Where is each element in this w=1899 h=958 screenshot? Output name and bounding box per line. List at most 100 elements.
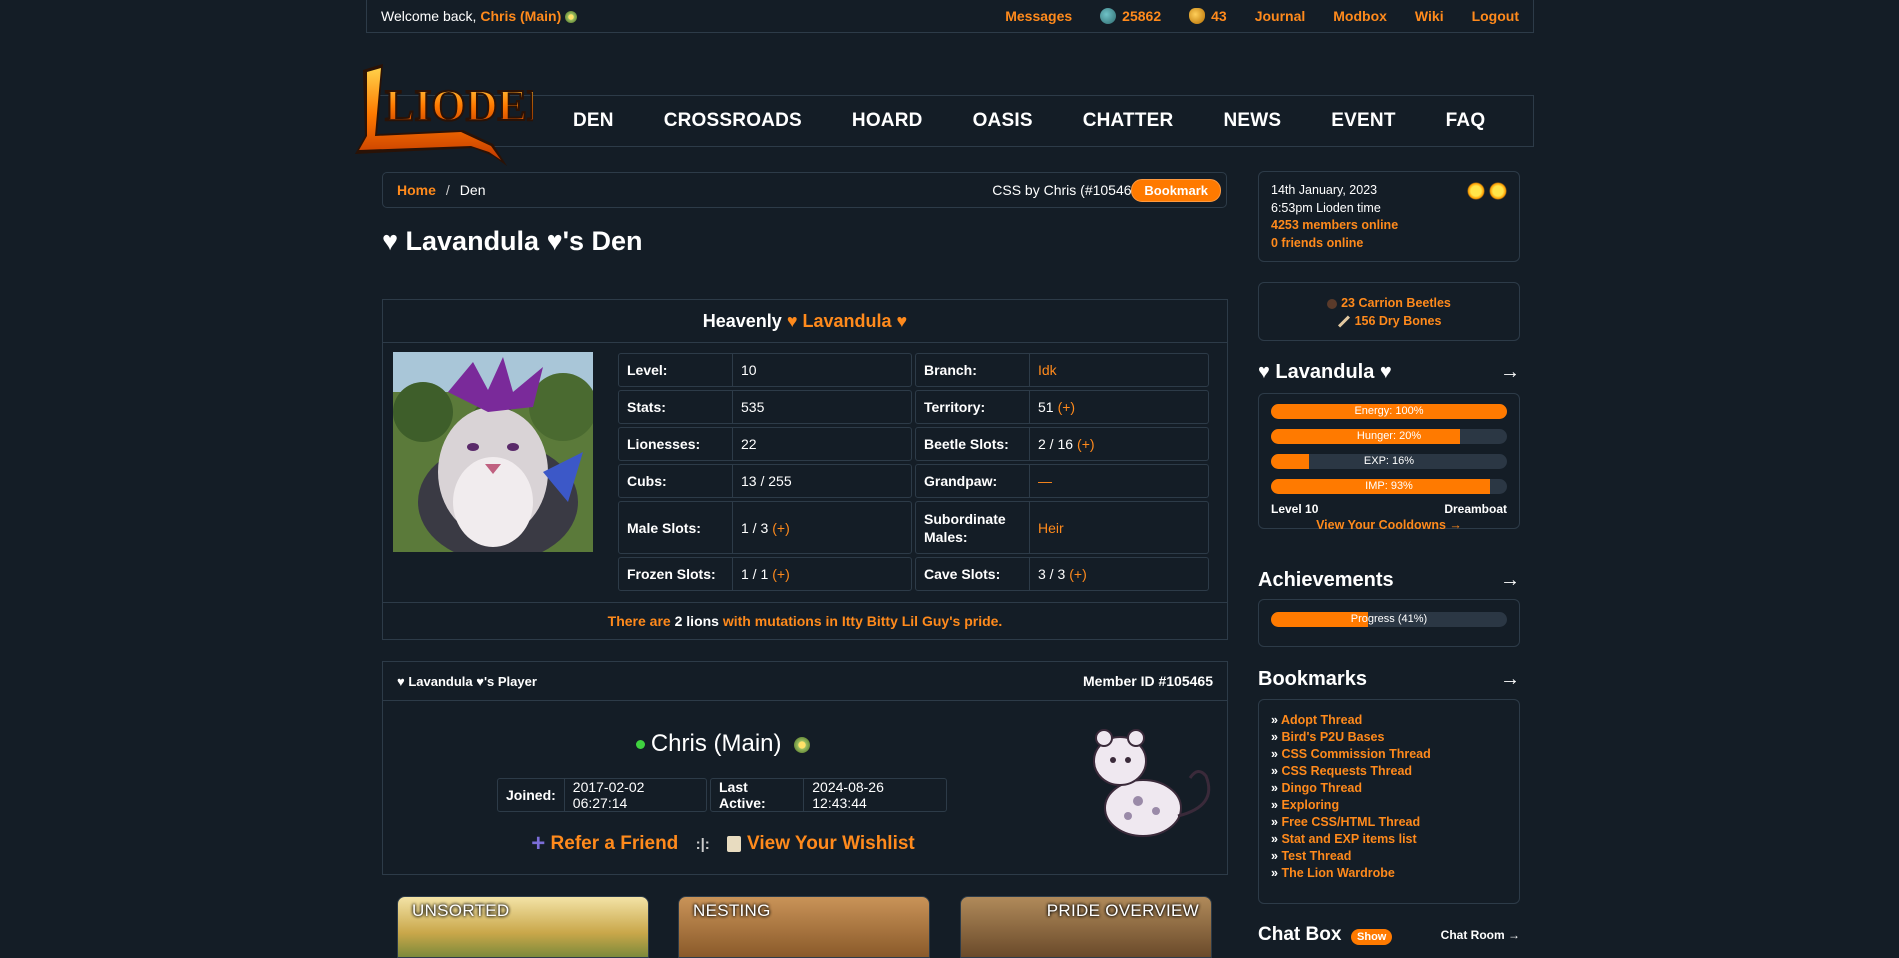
css-credit: CSS by Chris (#105465) [992, 182, 1144, 198]
bookmark-bullet: » [1271, 747, 1282, 761]
status-bar-label: IMP: 93% [1365, 480, 1413, 492]
nav-chatter[interactable]: CHATTER [1083, 110, 1174, 132]
lioden-logo[interactable]: LIODEN [343, 56, 533, 172]
stat-value: 51 (+) [1030, 391, 1083, 423]
refer-friend-link[interactable]: Refer a Friend [551, 833, 679, 854]
currency-gb-value: 43 [1211, 8, 1227, 24]
player-avatar-cub [1093, 729, 1211, 837]
stat-beetle-slots: Beetle Slots: 2 / 16 (+) [915, 427, 1209, 461]
stat-upgrade-link[interactable]: (+) [1069, 566, 1087, 582]
nav-hoard[interactable]: HOARD [852, 110, 923, 132]
player-header: ♥ Lavandula ♥'s Player Member ID #105465 [383, 662, 1227, 701]
stat-cave-slots: Cave Slots: 3 / 3 (+) [915, 557, 1209, 591]
arrow-right-icon[interactable]: → [1500, 569, 1520, 592]
sun-icon [1489, 182, 1507, 200]
members-online[interactable]: 4253 members online [1271, 217, 1507, 235]
stat-value-text[interactable]: Idk [1038, 362, 1057, 378]
stat-upgrade-link[interactable]: (+) [1058, 399, 1076, 415]
stat-label: Beetle Slots: [916, 428, 1030, 460]
stat-upgrade-link[interactable]: (+) [1077, 436, 1095, 452]
chat-room-link[interactable]: Chat Room → [1441, 928, 1520, 942]
stat-value-text: 1 / 1 [741, 566, 769, 582]
bookmark-item[interactable]: » CSS Requests Thread [1271, 763, 1507, 780]
sidebar-lion-title: ♥ Lavandula ♥ → [1258, 361, 1520, 384]
bookmark-item[interactable]: » CSS Commission Thread [1271, 746, 1507, 763]
currency-gb-link[interactable]: 43 [1189, 8, 1227, 24]
arrow-right-icon[interactable]: → [1500, 668, 1520, 691]
stat-value-text[interactable]: Heir [1038, 520, 1064, 536]
weather-icons [1467, 182, 1507, 200]
bookmark-label: Free CSS/HTML Thread [1281, 815, 1421, 829]
chat-show-button[interactable]: Show [1351, 928, 1393, 945]
bookmark-label: Dingo Thread [1281, 781, 1362, 795]
stat-value: — [1030, 465, 1060, 497]
mood-text: Dreamboat [1444, 502, 1507, 516]
modbox-link[interactable]: Modbox [1333, 8, 1387, 24]
status-bar: EXP: 16% [1271, 454, 1507, 469]
stat-label: Lionesses: [619, 428, 733, 460]
mutation-text-b[interactable]: with mutations in Itty Bitty Lil Guy's p… [723, 613, 1002, 629]
breadcrumb: Home / Den CSS by Chris (#105465) Bookma… [382, 172, 1227, 208]
nav-event[interactable]: EVENT [1331, 110, 1395, 132]
tile-pride-overview[interactable]: PRIDE OVERVIEW [960, 896, 1212, 958]
tile-unsorted[interactable]: UNSORTED [397, 896, 649, 958]
bookmark-label: Adopt Thread [1280, 713, 1363, 727]
lion-prefix: Heavenly [702, 311, 782, 331]
status-bar-label: Hunger: 20% [1356, 430, 1422, 442]
stat-level: Level: 10 [618, 353, 912, 387]
bookmark-item[interactable]: » Bird's P2U Bases [1271, 729, 1507, 746]
bookmarks-title-text: Bookmarks [1258, 668, 1367, 690]
bookmark-item[interactable]: » Test Thread [1271, 848, 1507, 865]
dry-bones-item[interactable]: 156 Dry Bones [1259, 312, 1519, 330]
bookmark-item[interactable]: » The Lion Wardrobe [1271, 865, 1507, 882]
tile-nesting[interactable]: NESTING [678, 896, 930, 958]
stat-value: 22 [733, 428, 765, 460]
stat-label: Territory: [916, 391, 1030, 423]
bookmark-button[interactable]: Bookmark [1131, 179, 1221, 202]
lion-portrait[interactable] [393, 352, 593, 552]
last-active-label: Last Active: [711, 779, 805, 811]
level-row: Level 10 Dreamboat [1271, 502, 1507, 516]
wishlist-link[interactable]: View Your Wishlist [747, 833, 915, 854]
nav-news[interactable]: NEWS [1223, 110, 1281, 132]
carrion-beetles-item[interactable]: 23 Carrion Beetles [1259, 294, 1519, 312]
stat-value-text[interactable]: — [1038, 473, 1052, 489]
logout-link[interactable]: Logout [1472, 8, 1519, 24]
friends-online[interactable]: 0 friends online [1271, 235, 1507, 253]
journal-link[interactable]: Journal [1255, 8, 1306, 24]
bookmark-item[interactable]: » Dingo Thread [1271, 780, 1507, 797]
stat-stats: Stats: 535 [618, 390, 912, 424]
bookmark-item[interactable]: » Adopt Thread [1271, 712, 1507, 729]
stat-territory: Territory: 51 (+) [915, 390, 1209, 424]
breadcrumb-home[interactable]: Home [397, 182, 436, 198]
bookmark-item[interactable]: » Stat and EXP items list [1271, 831, 1507, 848]
bookmark-item[interactable]: » Free CSS/HTML Thread [1271, 814, 1507, 831]
cooldowns-link[interactable]: View Your Cooldowns → [1271, 518, 1507, 532]
stat-upgrade-link[interactable]: (+) [772, 566, 790, 582]
top-bar: Welcome back, Chris (Main) Messages 2586… [366, 0, 1534, 33]
nav-faq[interactable]: FAQ [1446, 110, 1486, 132]
member-id-value: #105465 [1158, 673, 1213, 689]
joined-label: Joined: [498, 779, 565, 811]
nav-den[interactable]: DEN [573, 110, 614, 132]
messages-link[interactable]: Messages [1005, 8, 1072, 24]
currency-sb-value: 25862 [1122, 8, 1162, 24]
logo-text: LIODEN [385, 81, 533, 130]
bookmark-label: CSS Requests Thread [1281, 764, 1413, 778]
nav-crossroads[interactable]: CROSSROADS [664, 110, 802, 132]
stat-label: Cubs: [619, 465, 733, 497]
stat-value: Heir [1030, 502, 1072, 553]
bookmark-bullet: » [1271, 713, 1281, 727]
status-bar: Hunger: 20% [1271, 429, 1507, 444]
user-link[interactable]: Chris (Main) [480, 8, 561, 24]
nav-oasis[interactable]: OASIS [973, 110, 1033, 132]
stat-upgrade-link[interactable]: (+) [772, 520, 790, 536]
bookmark-bullet: » [1271, 866, 1282, 880]
currency-sb-link[interactable]: 25862 [1100, 8, 1161, 24]
stat-label: Stats: [619, 391, 733, 423]
wiki-link[interactable]: Wiki [1415, 8, 1444, 24]
welcome-text: Welcome back, Chris (Main) [381, 8, 578, 24]
arrow-right-icon[interactable]: → [1500, 361, 1520, 384]
chat-box-row: Chat Box Show Chat Room → [1258, 924, 1520, 946]
bookmark-item[interactable]: » Exploring [1271, 797, 1507, 814]
